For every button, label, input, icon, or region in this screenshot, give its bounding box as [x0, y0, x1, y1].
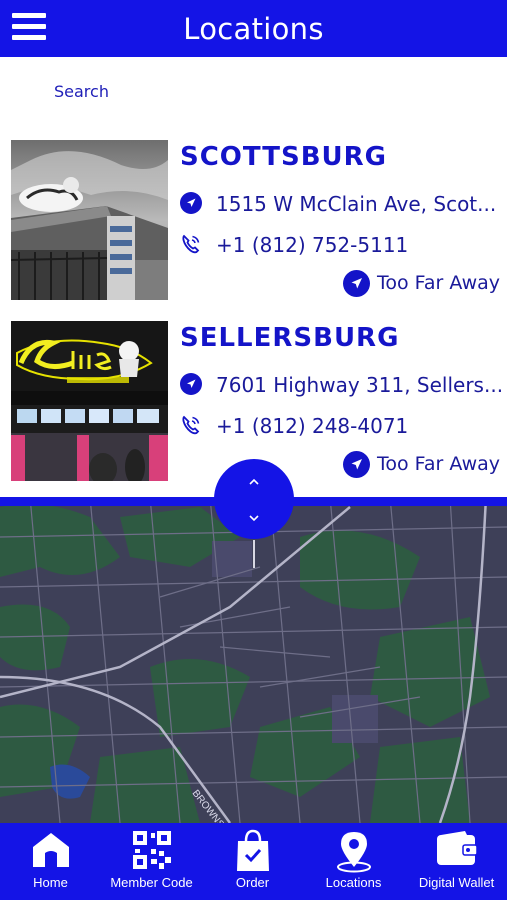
tab-order[interactable]: Order — [202, 823, 303, 900]
location-card-scottsburg[interactable]: SCOTTSBURG 1515 W McClain Ave, Scot... +… — [0, 140, 507, 302]
distance-status-button[interactable]: Too Far Away — [343, 270, 500, 298]
wallet-icon — [436, 831, 478, 865]
bottom-tab-bar: Home Member Code Order Locations Digital… — [0, 823, 507, 900]
distance-status-text: Too Far Away — [377, 453, 500, 475]
location-photo — [11, 140, 168, 300]
tab-label: Member Code — [110, 875, 193, 890]
chevron-down-icon — [249, 515, 259, 522]
phone-text: +1 (812) 752-5111 — [216, 233, 409, 257]
map-pin-marker — [253, 540, 255, 568]
navigation-arrow-icon — [343, 451, 370, 478]
qr-code-icon — [132, 831, 171, 869]
chevron-up-icon — [249, 478, 259, 485]
distance-status-button[interactable]: Too Far Away — [343, 451, 500, 479]
page-title: Locations — [183, 12, 324, 46]
tab-digital-wallet[interactable]: Digital Wallet — [406, 823, 507, 900]
navigation-arrow-icon — [180, 373, 202, 395]
search-link[interactable]: Search — [54, 82, 109, 101]
tab-label: Order — [235, 875, 270, 890]
map-pin-icon — [336, 832, 371, 873]
address-text: 7601 Highway 311, Sellers... — [216, 373, 504, 397]
home-icon — [32, 833, 69, 867]
tab-locations[interactable]: Locations — [303, 823, 404, 900]
navigation-arrow-icon — [180, 192, 202, 214]
app-header: Locations — [0, 0, 507, 57]
shopping-bag-icon — [236, 829, 269, 871]
phone-icon — [182, 234, 200, 254]
tab-member-code[interactable]: Member Code — [101, 823, 202, 900]
navigation-arrow-icon — [343, 270, 370, 297]
tab-label: Locations — [325, 875, 382, 890]
distance-status-text: Too Far Away — [377, 272, 500, 294]
location-name: SCOTTSBURG — [180, 142, 387, 172]
phone-icon — [182, 415, 200, 435]
tab-label: Home — [33, 875, 68, 890]
phone-text: +1 (812) 248-4071 — [216, 414, 409, 438]
tab-label: Digital Wallet — [418, 875, 495, 890]
map-expand-toggle-button[interactable] — [214, 459, 294, 539]
location-name: SELLERSBURG — [180, 323, 400, 353]
location-photo — [11, 321, 168, 481]
tab-home[interactable]: Home — [0, 823, 101, 900]
address-text: 1515 W McClain Ave, Scot... — [216, 192, 497, 216]
